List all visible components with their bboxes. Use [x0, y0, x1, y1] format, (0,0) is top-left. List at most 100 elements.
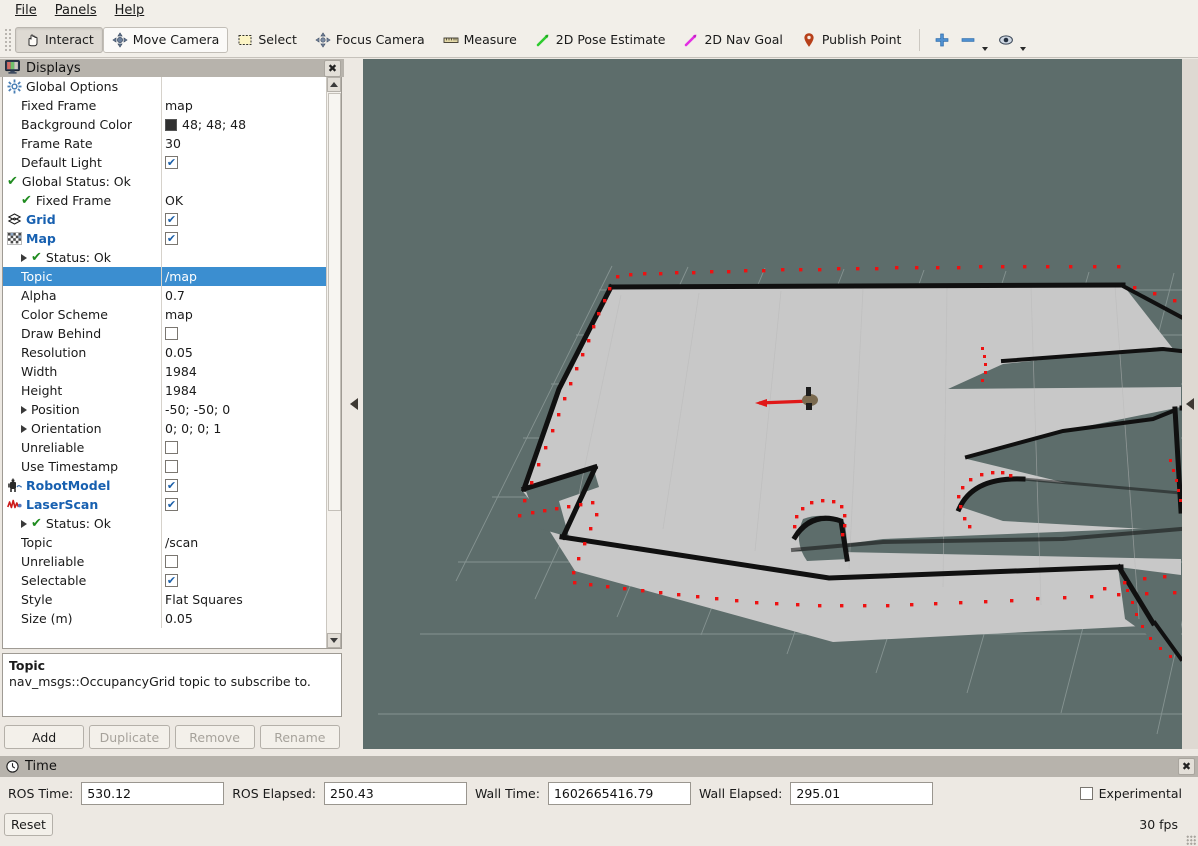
tool-2d-pose-estimate[interactable]: 2D Pose Estimate: [526, 27, 675, 53]
tool-publish-point[interactable]: Publish Point: [792, 27, 911, 53]
property-value-checkbox[interactable]: ✔: [162, 574, 326, 587]
property-value-text[interactable]: 0.05: [162, 345, 326, 360]
ros-time-field[interactable]: 530.12: [81, 782, 224, 805]
display-property-row[interactable]: StyleFlat Squares: [3, 590, 326, 609]
display-property-row[interactable]: Topic/map: [3, 267, 326, 286]
experimental-checkbox[interactable]: [1080, 787, 1093, 800]
display-property-row[interactable]: Topic/scan: [3, 533, 326, 552]
tool-move-camera[interactable]: Move Camera: [103, 27, 229, 53]
add-button[interactable]: Add: [4, 725, 84, 749]
property-name-label: Orientation: [31, 421, 102, 436]
displays-tree[interactable]: Global OptionsFixed FramemapBackground C…: [3, 77, 326, 648]
property-value-label: map: [165, 307, 193, 322]
tool-interact[interactable]: Interact: [15, 27, 103, 53]
display-property-row[interactable]: Default Light✔: [3, 153, 326, 172]
menu-panels[interactable]: Panels: [46, 1, 106, 21]
expander-triangle-icon[interactable]: [21, 406, 27, 414]
right-splitter-handle[interactable]: [1182, 59, 1198, 749]
tool-visibility[interactable]: [993, 27, 1031, 53]
wall-time-field[interactable]: 1602665416.79: [548, 782, 691, 805]
display-property-row[interactable]: Alpha0.7: [3, 286, 326, 305]
displays-tree-scrollbar[interactable]: [326, 77, 341, 648]
display-property-row[interactable]: Size (m)0.05: [3, 609, 326, 628]
property-value-checkbox[interactable]: ✔: [162, 156, 326, 169]
tool-focus-camera[interactable]: Focus Camera: [306, 27, 434, 53]
display-property-row[interactable]: Color Schememap: [3, 305, 326, 324]
toolbar-drag-handle[interactable]: [4, 28, 13, 52]
tool-move-camera-label: Move Camera: [133, 32, 220, 47]
display-property-row[interactable]: Resolution0.05: [3, 343, 326, 362]
property-value-text[interactable]: 0.7: [162, 288, 326, 303]
remove-button[interactable]: Remove: [175, 725, 255, 749]
resize-grip[interactable]: [1186, 835, 1196, 845]
property-value-checkbox[interactable]: ✔: [162, 232, 326, 245]
duplicate-button[interactable]: Duplicate: [89, 725, 169, 749]
property-value-text[interactable]: OK: [162, 193, 326, 208]
property-value-text[interactable]: Flat Squares: [162, 592, 326, 607]
property-value-text[interactable]: map: [162, 98, 326, 113]
property-value-text[interactable]: 0; 0; 0; 1: [162, 421, 326, 436]
property-value-checkbox[interactable]: [162, 555, 326, 568]
display-property-row[interactable]: ✔Global Status: Ok: [3, 172, 326, 191]
property-value-checkbox[interactable]: [162, 460, 326, 473]
display-property-row[interactable]: Background Color48; 48; 48: [3, 115, 326, 134]
display-property-row[interactable]: ✔Fixed FrameOK: [3, 191, 326, 210]
display-property-row[interactable]: Unreliable: [3, 438, 326, 457]
experimental-checkbox-group[interactable]: Experimental: [1080, 786, 1190, 801]
property-value-color[interactable]: 48; 48; 48: [162, 117, 326, 132]
expander-triangle-icon[interactable]: [21, 520, 27, 528]
time-panel-close-button[interactable]: ✖: [1178, 758, 1195, 775]
property-value-checkbox[interactable]: [162, 327, 326, 340]
display-property-row[interactable]: Draw Behind: [3, 324, 326, 343]
display-property-row[interactable]: ✔Status: Ok: [3, 248, 326, 267]
display-property-row[interactable]: Grid✔: [3, 210, 326, 229]
ros-elapsed-field[interactable]: 250.43: [324, 782, 467, 805]
tool-2d-nav-goal[interactable]: 2D Nav Goal: [674, 27, 791, 53]
tool-measure[interactable]: Measure: [434, 27, 526, 53]
expander-triangle-icon[interactable]: [21, 254, 27, 262]
left-splitter-handle[interactable]: [345, 59, 363, 749]
display-property-row[interactable]: Use Timestamp: [3, 457, 326, 476]
property-value-text[interactable]: 1984: [162, 383, 326, 398]
property-value-checkbox[interactable]: ✔: [162, 213, 326, 226]
display-property-row[interactable]: RobotModel✔: [3, 476, 326, 495]
property-value-text[interactable]: /map: [162, 269, 326, 284]
tool-remove-display[interactable]: [955, 27, 993, 53]
scroll-up-button[interactable]: [327, 77, 341, 92]
scrollbar-thumb[interactable]: [328, 93, 341, 511]
rename-button[interactable]: Rename: [260, 725, 340, 749]
property-value-text[interactable]: 0.05: [162, 611, 326, 626]
displays-panel-close-button[interactable]: ✖: [324, 60, 341, 77]
property-value-text[interactable]: /scan: [162, 535, 326, 550]
property-value-checkbox[interactable]: ✔: [162, 498, 326, 511]
property-value-text[interactable]: -50; -50; 0: [162, 402, 326, 417]
menu-file[interactable]: File: [6, 1, 46, 21]
menu-help[interactable]: Help: [106, 1, 154, 21]
display-property-row[interactable]: Frame Rate30: [3, 134, 326, 153]
display-property-row[interactable]: LaserScan✔: [3, 495, 326, 514]
wall-elapsed-field[interactable]: 295.01: [790, 782, 933, 805]
reset-button[interactable]: Reset: [4, 813, 53, 836]
display-property-row[interactable]: Orientation 0; 0; 0; 1: [3, 419, 326, 438]
display-property-row[interactable]: Global Options: [3, 77, 326, 96]
property-value-text[interactable]: 1984: [162, 364, 326, 379]
tool-add-display[interactable]: [929, 27, 955, 53]
property-value-text[interactable]: 30: [162, 136, 326, 151]
display-property-row[interactable]: Selectable✔: [3, 571, 326, 590]
scroll-down-button[interactable]: [327, 633, 341, 648]
property-value-checkbox[interactable]: [162, 441, 326, 454]
property-value-checkbox[interactable]: ✔: [162, 479, 326, 492]
display-property-row[interactable]: Map✔: [3, 229, 326, 248]
property-value-text[interactable]: map: [162, 307, 326, 322]
display-property-row[interactable]: Width1984: [3, 362, 326, 381]
display-property-row[interactable]: Position-50; -50; 0: [3, 400, 326, 419]
chevron-down-icon[interactable]: [982, 47, 988, 51]
chevron-down-icon[interactable]: [1020, 47, 1026, 51]
expander-triangle-icon[interactable]: [21, 425, 27, 433]
display-property-row[interactable]: Fixed Framemap: [3, 96, 326, 115]
display-property-row[interactable]: Height1984: [3, 381, 326, 400]
display-property-row[interactable]: ✔Status: Ok: [3, 514, 326, 533]
tool-select[interactable]: Select: [228, 27, 306, 53]
display-property-row[interactable]: Unreliable: [3, 552, 326, 571]
3d-render-view[interactable]: [363, 59, 1182, 749]
